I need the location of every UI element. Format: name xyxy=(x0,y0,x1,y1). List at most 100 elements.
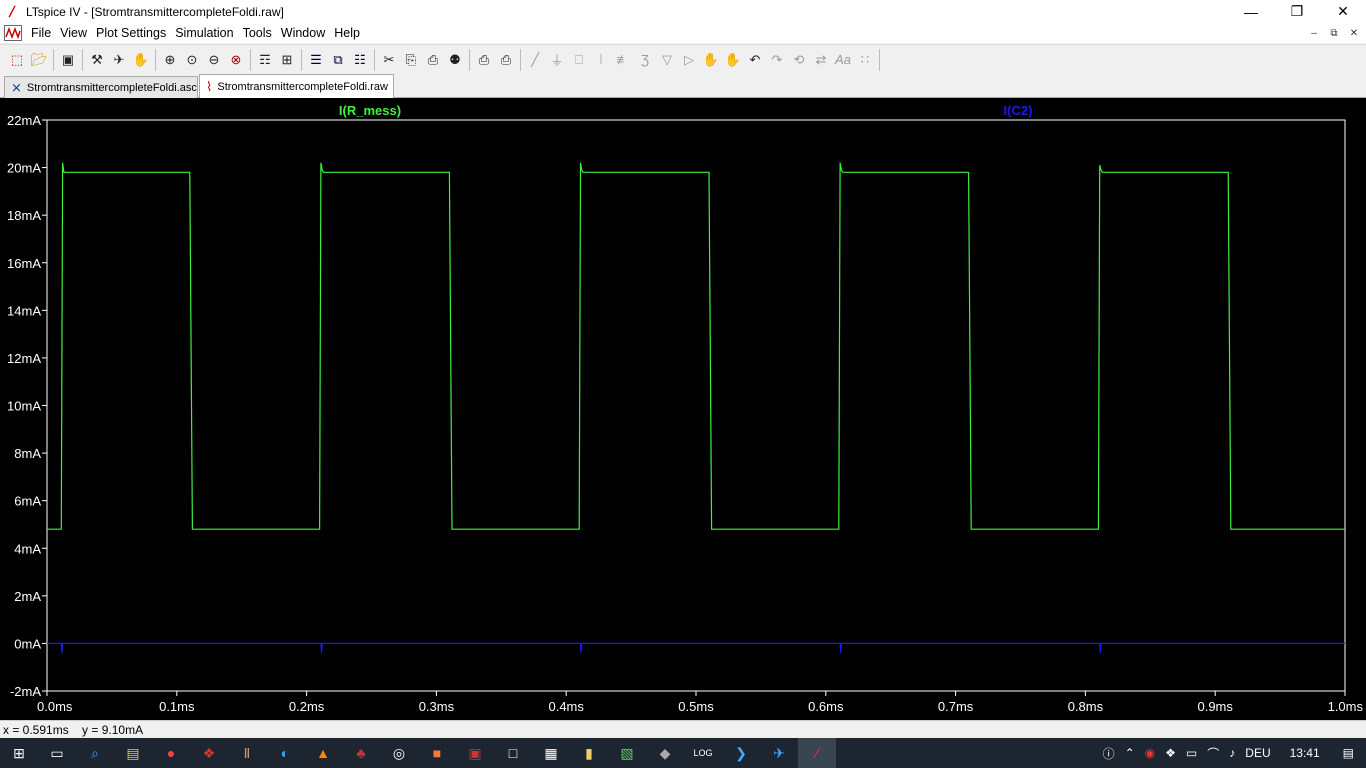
chrome-icon[interactable]: ● xyxy=(152,738,190,768)
resistor-icon[interactable]: ⦚ xyxy=(590,49,612,71)
app-icon-7[interactable]: ✈ xyxy=(760,738,798,768)
control-panel-hammer-icon[interactable]: ⚒ xyxy=(86,49,108,71)
autorange-icon[interactable]: ☶ xyxy=(254,49,276,71)
toolbar-separator xyxy=(374,48,375,71)
clock[interactable]: 13:41 xyxy=(1290,746,1320,760)
vlc-icon[interactable]: ▲ xyxy=(304,738,342,768)
library-icon[interactable]: Ⅱ xyxy=(228,738,266,768)
new-schematic-icon[interactable]: ⬚ xyxy=(6,49,28,71)
waveform-plot[interactable]: 22mA 20mA 18mA 16mA 14mA 12mA 10mA 8mA 6mA 4mA 2mA… xyxy=(0,98,1366,720)
undo-icon[interactable]: ↶ xyxy=(744,49,766,71)
x-tick-label: 0.7ms xyxy=(938,699,974,714)
redo-icon[interactable]: ↷ xyxy=(766,49,788,71)
ltspice-taskbar-icon[interactable]: ∕ xyxy=(798,738,836,768)
pan-icon[interactable]: ⊙ xyxy=(181,49,203,71)
help-icon[interactable]: ⓘ xyxy=(1103,745,1115,762)
mdi-restore-button[interactable]: ⧉ xyxy=(1324,25,1344,41)
drag-hand-icon[interactable]: ✋ xyxy=(722,49,744,71)
zoom-area-icon[interactable]: ⊕ xyxy=(159,49,181,71)
open-folder-icon[interactable]: 📂︎ xyxy=(28,49,50,71)
find-binoculars-icon[interactable]: ⚉ xyxy=(444,49,466,71)
mirror-icon[interactable]: ⇄ xyxy=(810,49,832,71)
ground-icon[interactable]: ⏚ xyxy=(546,49,568,71)
toolbar-separator xyxy=(155,48,156,71)
notifications-icon[interactable]: ▤ xyxy=(1343,746,1354,760)
tab-waveform[interactable]: ⌇ StromtransmittercompleteFoldi.raw xyxy=(199,74,394,98)
minimize-button[interactable]: — xyxy=(1228,0,1274,23)
toolbar-separator xyxy=(250,48,251,71)
mdi-minimize-button[interactable]: – xyxy=(1304,25,1324,41)
x-tick-label: 0.5ms xyxy=(678,699,714,714)
capacitor-icon[interactable]: ≢ xyxy=(612,49,634,71)
tab-schematic[interactable]: ⨯ StromtransmittercompleteFoldi.asc xyxy=(4,76,198,98)
rotate-icon[interactable]: ⟲ xyxy=(788,49,810,71)
terminal-icon[interactable]: □ xyxy=(494,738,532,768)
app-icon-4[interactable]: ■ xyxy=(418,738,456,768)
waveform-icon: ⌇ xyxy=(206,78,213,94)
windows-start-icon[interactable]: ⊞ xyxy=(0,738,38,768)
copy-icon[interactable]: ⎘ xyxy=(400,49,422,71)
chevron-up-icon[interactable]: ⌃ xyxy=(1125,746,1135,760)
waveform-window-icon[interactable] xyxy=(4,25,22,41)
menu-help[interactable]: Help xyxy=(334,26,360,40)
mdi-controls: – ⧉ ✕ xyxy=(1304,25,1364,41)
search-icon[interactable]: ⌕ xyxy=(76,738,114,768)
app-icon-5[interactable]: ▣ xyxy=(456,738,494,768)
language-indicator[interactable]: DEU xyxy=(1245,746,1270,760)
menu-plot-settings[interactable]: Plot Settings xyxy=(96,26,166,40)
menu-view[interactable]: View xyxy=(60,26,87,40)
text-icon[interactable]: Aa xyxy=(832,49,854,71)
tray-app-icon[interactable]: ◉ xyxy=(1145,746,1155,760)
windows-taskbar: ⊞ ▭ ⌕ ▤ ● ❖ Ⅱ ◐ ▲ ♣ ◎ ■ ▣ □ ▦ ▮ ▧ ◆ LOG … xyxy=(0,738,1366,768)
app-icon-2[interactable]: ◐ xyxy=(266,738,304,768)
halt-hand-icon[interactable]: ✋ xyxy=(130,49,152,71)
app-icon-3[interactable]: ♣ xyxy=(342,738,380,768)
toolbar-separator xyxy=(469,48,470,71)
tile-horizontal-icon[interactable]: ☰ xyxy=(305,49,327,71)
volume-icon[interactable]: ♪ xyxy=(1229,746,1235,760)
print-preview-icon[interactable]: ⎙ xyxy=(473,49,495,71)
close-button[interactable]: ✕ xyxy=(1320,0,1366,23)
file-explorer-icon[interactable]: ▤ xyxy=(114,738,152,768)
logic-icon[interactable]: LOG xyxy=(684,738,722,768)
menu-window[interactable]: Window xyxy=(281,26,325,40)
label-net-icon[interactable]: ⎕ xyxy=(568,49,590,71)
zoom-full-icon[interactable]: ⊗ xyxy=(225,49,247,71)
powershell-icon[interactable]: ❯ xyxy=(722,738,760,768)
battery-icon[interactable]: ▭ xyxy=(1186,746,1197,760)
move-hand-icon[interactable]: ✋ xyxy=(700,49,722,71)
mdi-close-button[interactable]: ✕ xyxy=(1344,25,1364,41)
paste-icon[interactable]: ⎙ xyxy=(422,49,444,71)
menu-file[interactable]: File xyxy=(31,26,51,40)
grid-icon[interactable]: ⊞ xyxy=(276,49,298,71)
dropbox-icon[interactable]: ❖ xyxy=(1165,746,1176,760)
menu-tools[interactable]: Tools xyxy=(243,26,272,40)
component-icon[interactable]: ▷ xyxy=(678,49,700,71)
cursor-readout: x = 0.591ms y = 9.10mA xyxy=(3,722,144,737)
cut-icon[interactable]: ✂ xyxy=(378,49,400,71)
app-icon-1[interactable]: ❖ xyxy=(190,738,228,768)
save-icon[interactable]: ▣ xyxy=(57,49,79,71)
run-icon[interactable]: ✈ xyxy=(108,49,130,71)
app-icon-6[interactable]: ◆ xyxy=(646,738,684,768)
x-tick-label: 0.2ms xyxy=(289,699,325,714)
wifi-icon[interactable]: ⌒ xyxy=(1207,745,1219,762)
lock-icon[interactable]: ◎ xyxy=(380,738,418,768)
restore-button[interactable]: ❐ xyxy=(1274,0,1320,23)
zoom-out-icon[interactable]: ⊖ xyxy=(203,49,225,71)
print-icon[interactable]: ⎙ xyxy=(495,49,517,71)
toolbar-separator xyxy=(82,48,83,71)
task-view-icon[interactable]: ▭ xyxy=(38,738,76,768)
plot-svg[interactable]: 22mA 20mA 18mA 16mA 14mA 12mA 10mA 8mA 6mA 4mA 2mA… xyxy=(0,98,1366,720)
tile-vertical-icon[interactable]: ☷ xyxy=(349,49,371,71)
spice-directive-icon[interactable]: ∷ xyxy=(854,49,876,71)
notes-icon[interactable]: ▮ xyxy=(570,738,608,768)
wire-icon[interactable]: ╱ xyxy=(524,49,546,71)
x-tick-label: 0.9ms xyxy=(1197,699,1233,714)
inductor-icon[interactable]: Ʒ xyxy=(634,49,656,71)
menu-simulation[interactable]: Simulation xyxy=(175,26,233,40)
cascade-icon[interactable]: ⧉ xyxy=(327,49,349,71)
paint-icon[interactable]: ▧ xyxy=(608,738,646,768)
calculator-icon[interactable]: ▦ xyxy=(532,738,570,768)
diode-icon[interactable]: ▽ xyxy=(656,49,678,71)
